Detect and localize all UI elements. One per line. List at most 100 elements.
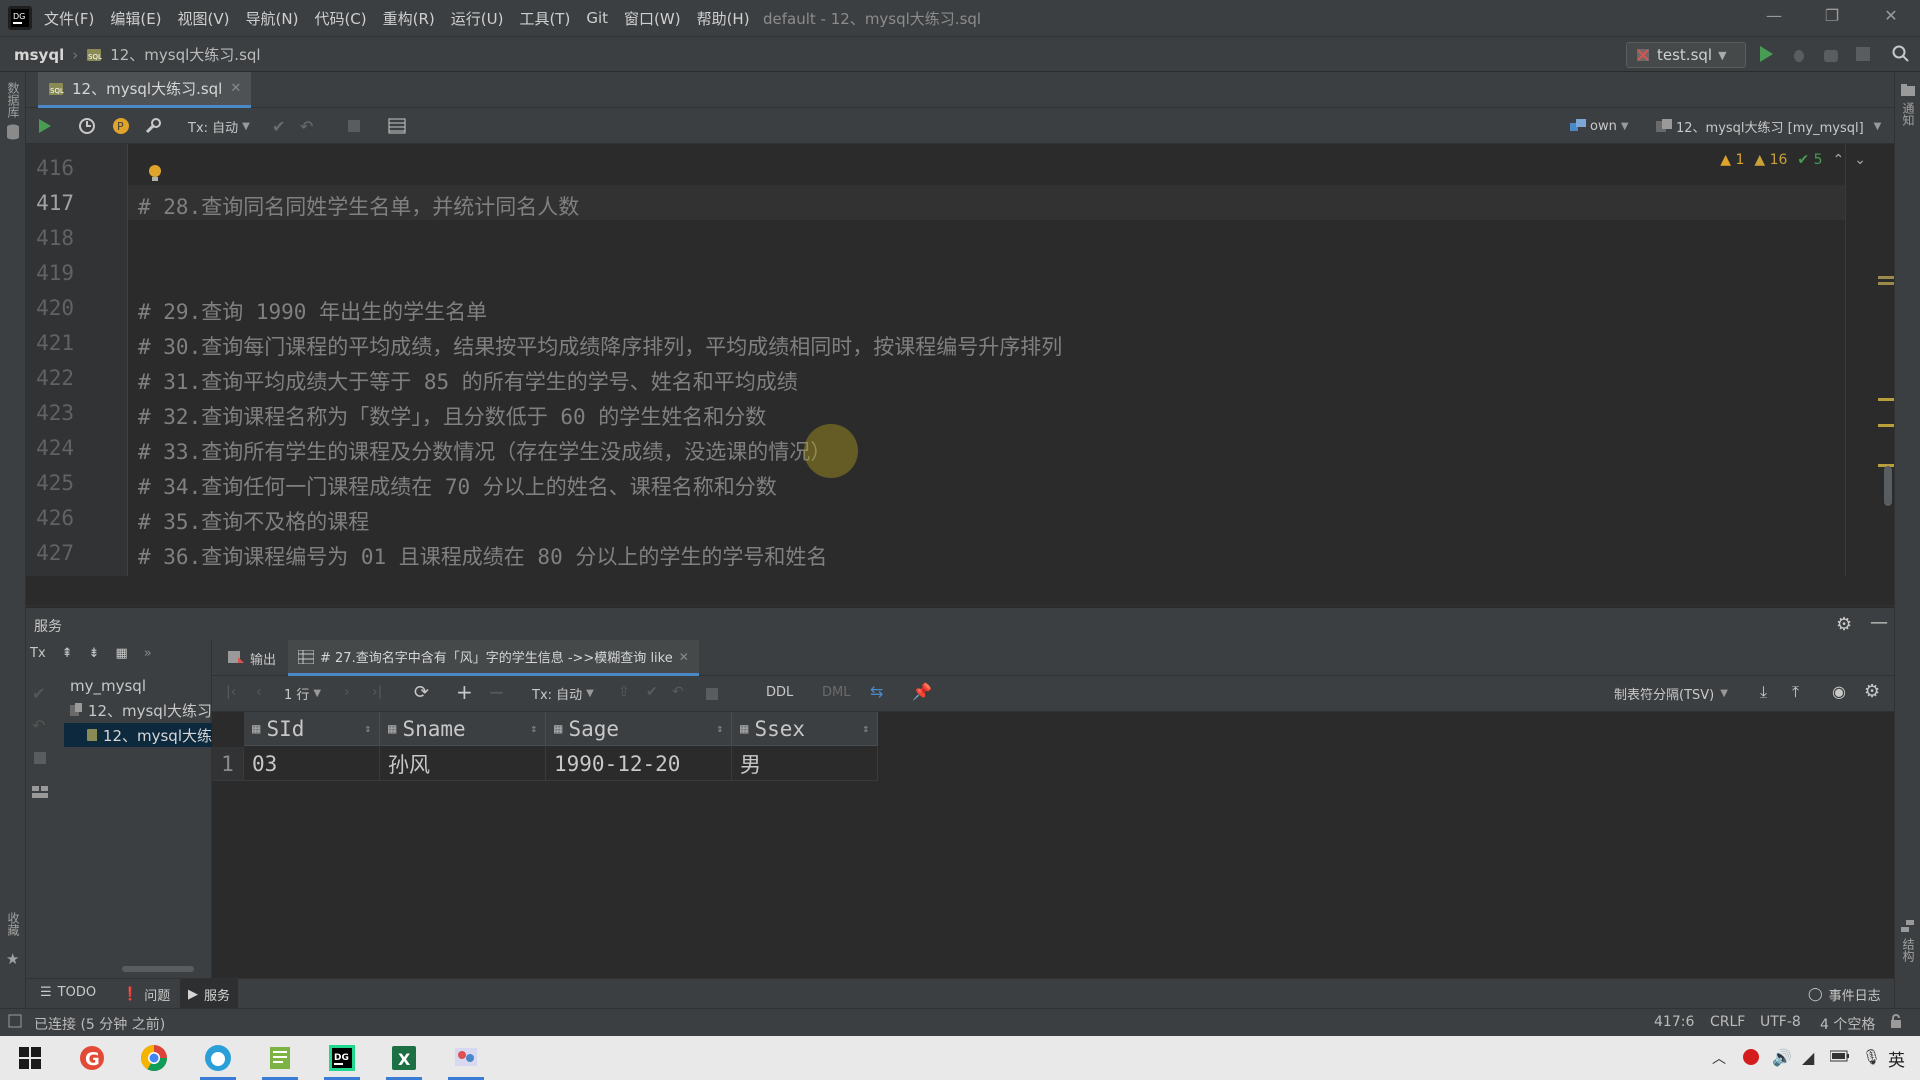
menu-view[interactable]: 视图(V) bbox=[178, 8, 230, 29]
record-icon[interactable] bbox=[1742, 1048, 1760, 1066]
run-icon[interactable] bbox=[1758, 45, 1774, 63]
error-stripe-mark[interactable] bbox=[1878, 424, 1894, 427]
error-stripe-mark[interactable] bbox=[1878, 276, 1894, 279]
menu-file[interactable]: 文件(F) bbox=[44, 8, 94, 29]
column-header-ssex[interactable]: ▦ Ssex ⇕ bbox=[732, 712, 878, 746]
star-icon[interactable]: ★ bbox=[6, 950, 19, 968]
database-icon[interactable] bbox=[6, 124, 20, 140]
collapse-all-icon[interactable]: ⇟ bbox=[89, 646, 100, 661]
menu-help[interactable]: 帮助(H) bbox=[697, 8, 750, 29]
prev-page-icon[interactable]: ‹ bbox=[256, 684, 262, 700]
stop-icon[interactable] bbox=[34, 752, 46, 764]
refresh-icon[interactable]: ⟳ bbox=[414, 682, 429, 703]
grid-cell[interactable]: 03 bbox=[244, 747, 380, 781]
gear-icon[interactable]: ⚙ bbox=[1836, 614, 1852, 635]
last-page-icon[interactable]: ›| bbox=[372, 684, 382, 700]
row-number[interactable]: 1 bbox=[212, 747, 244, 781]
run-config-selector[interactable]: test.sql ▼ bbox=[1626, 42, 1746, 68]
compare-icon[interactable]: ⇆ bbox=[870, 682, 883, 701]
ime-indicator[interactable]: 英 bbox=[1888, 1046, 1905, 1071]
panel-toggle-icon[interactable] bbox=[8, 1014, 22, 1028]
history-icon[interactable] bbox=[78, 114, 96, 138]
editor-scrollbar-thumb[interactable] bbox=[1884, 466, 1892, 506]
add-row-icon[interactable]: + bbox=[456, 680, 473, 704]
row-count-dropdown[interactable]: 1 行 ▼ bbox=[284, 684, 321, 703]
rollback-icon[interactable]: ↶ bbox=[672, 684, 684, 700]
breadcrumb-file[interactable]: 12、mysql大练习.sql bbox=[110, 44, 260, 65]
sort-icon[interactable]: ⇕ bbox=[862, 722, 869, 735]
tx-icon[interactable]: Tx bbox=[30, 646, 46, 661]
lock-icon[interactable] bbox=[1890, 1014, 1902, 1028]
tree-node-session[interactable]: 12、mysql大练习 bbox=[70, 698, 212, 722]
sql-editor[interactable]: 416 417 418 419 420 421 422 423 424 425 … bbox=[26, 144, 1894, 576]
grid-cell[interactable]: 男 bbox=[732, 747, 878, 781]
chevron-up-icon[interactable]: ⌃ bbox=[1833, 152, 1845, 168]
submit-icon[interactable]: ⇧ bbox=[618, 684, 630, 700]
close-button[interactable]: ✕ bbox=[1879, 6, 1903, 30]
browser-icon[interactable] bbox=[198, 1040, 238, 1080]
notifications-icon[interactable] bbox=[1901, 84, 1915, 96]
dml-button[interactable]: DML bbox=[822, 685, 850, 700]
tray-expand-icon[interactable]: ︿ bbox=[1712, 1048, 1726, 1068]
windows-start-icon[interactable] bbox=[10, 1040, 50, 1076]
search-icon[interactable] bbox=[1892, 45, 1910, 63]
debug-icon[interactable] bbox=[1790, 46, 1808, 64]
todo-tool-button[interactable]: ☰ TODO bbox=[40, 985, 96, 1000]
view-icon[interactable]: ◉ bbox=[1832, 682, 1846, 701]
battery-icon[interactable] bbox=[1830, 1050, 1850, 1062]
sort-icon[interactable]: ⇕ bbox=[530, 722, 537, 735]
notepad-icon[interactable] bbox=[260, 1040, 300, 1080]
volume-icon[interactable]: 🔊 bbox=[1772, 1048, 1792, 1067]
commit-icon[interactable]: ✔ bbox=[646, 684, 658, 700]
pin-icon[interactable]: 📌 bbox=[912, 682, 932, 701]
restore-button[interactable]: ❐ bbox=[1820, 6, 1844, 30]
structure-icon[interactable] bbox=[1901, 920, 1915, 932]
stop-icon[interactable] bbox=[1856, 47, 1870, 61]
menu-tools[interactable]: 工具(T) bbox=[519, 8, 570, 29]
menu-refactor[interactable]: 重构(R) bbox=[383, 8, 435, 29]
coverage-icon[interactable] bbox=[1822, 46, 1840, 64]
rollback-icon[interactable]: ↶ bbox=[300, 114, 313, 138]
more-icon[interactable]: » bbox=[144, 646, 152, 661]
expand-all-icon[interactable]: ⇞ bbox=[62, 646, 73, 661]
group-icon[interactable]: ▦ bbox=[115, 646, 127, 661]
close-tab-icon[interactable]: ✕ bbox=[230, 81, 241, 96]
menu-code[interactable]: 代码(C) bbox=[314, 8, 366, 29]
favorites-tool-button[interactable]: 收藏 bbox=[5, 912, 22, 940]
tree-node-file-selected[interactable]: 12、mysql大练 bbox=[64, 723, 212, 747]
stop-icon[interactable] bbox=[706, 688, 718, 700]
schema-owner-dropdown[interactable]: own ▼ bbox=[1570, 114, 1629, 138]
column-header-sid[interactable]: ▦ SId ⇕ bbox=[244, 712, 380, 746]
rollback-icon[interactable]: ↶ bbox=[32, 716, 45, 735]
first-page-icon[interactable]: |‹ bbox=[226, 684, 236, 700]
output-format-icon[interactable] bbox=[388, 114, 406, 138]
export-format-dropdown[interactable]: 制表符分隔(TSV) ▼ bbox=[1614, 684, 1728, 703]
error-stripe-mark[interactable] bbox=[1878, 398, 1894, 401]
editor-file-tab[interactable]: SQL 12、mysql大练习.sql ✕ bbox=[38, 72, 252, 108]
paint-icon[interactable] bbox=[446, 1040, 486, 1080]
next-page-icon[interactable]: › bbox=[344, 684, 350, 700]
tab-result[interactable]: # 27.查询名字中含有「风」字的学生信息 ->>模糊查询 like ✕ bbox=[288, 640, 699, 676]
minimize-button[interactable]: — bbox=[1762, 6, 1786, 30]
line-separator[interactable]: CRLF bbox=[1710, 1014, 1745, 1030]
commit-icon[interactable]: ✔ bbox=[32, 684, 45, 703]
network-icon[interactable]: ◢ bbox=[1802, 1048, 1814, 1067]
sort-icon[interactable]: ⇕ bbox=[716, 722, 723, 735]
problems-tool-button[interactable]: ❗ 问题 bbox=[122, 985, 170, 1004]
menu-run[interactable]: 运行(U) bbox=[451, 8, 504, 29]
indent-setting[interactable]: 4 个空格 bbox=[1820, 1014, 1875, 1034]
menu-window[interactable]: 窗口(W) bbox=[624, 8, 681, 29]
column-header-sage[interactable]: ▦ Sage ⇕ bbox=[546, 712, 732, 746]
menu-edit[interactable]: 编辑(E) bbox=[110, 8, 161, 29]
microphone-icon[interactable]: 🎙 bbox=[1862, 1048, 1881, 1066]
tree-node-datasource[interactable]: my_mysql bbox=[70, 674, 212, 698]
structure-tool-button[interactable]: 结构 bbox=[1900, 938, 1917, 966]
sort-icon[interactable]: ⇕ bbox=[364, 722, 371, 735]
tab-output[interactable]: 输出 bbox=[228, 640, 276, 676]
execute-icon[interactable] bbox=[38, 114, 52, 138]
caret-position[interactable]: 417:6 bbox=[1654, 1014, 1694, 1030]
services-tool-button[interactable]: ▶ 服务 bbox=[180, 979, 239, 1009]
app-g-icon[interactable]: G bbox=[72, 1040, 112, 1076]
transaction-mode-dropdown[interactable]: Tx: 自动 ▼ bbox=[188, 114, 250, 138]
gear-icon[interactable]: ⚙ bbox=[1864, 681, 1880, 702]
